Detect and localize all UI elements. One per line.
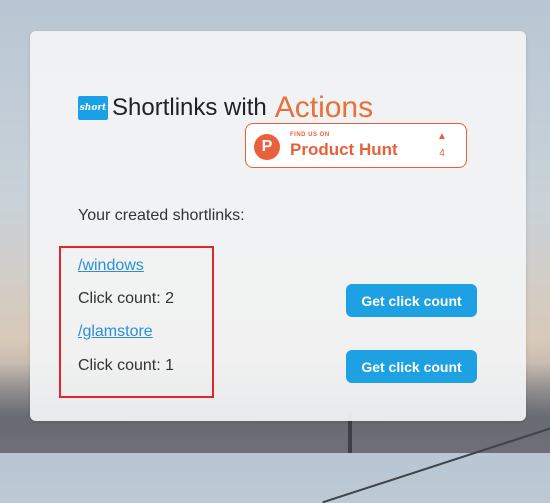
page-title: Shortlinks with <box>112 94 267 121</box>
app-header: short Shortlinks with Actions <box>78 91 373 125</box>
click-count-windows: Click count: 2 <box>78 290 175 307</box>
shortlink-windows[interactable]: /windows <box>78 257 144 275</box>
product-hunt-logo-icon: P <box>254 134 280 160</box>
upvote-arrow-icon: ▲ <box>437 131 447 142</box>
product-hunt-name: Product Hunt <box>290 140 398 159</box>
product-hunt-vote-count: 4 <box>439 148 445 159</box>
click-count-glamstore: Click count: 1 <box>78 357 175 374</box>
product-hunt-badge[interactable]: P FIND US ON Product Hunt ▲ 4 <box>245 123 467 168</box>
page-title-accent: Actions <box>274 91 374 124</box>
product-hunt-tagline: FIND US ON <box>290 132 330 138</box>
short-logo-icon: short <box>78 96 108 120</box>
shortlinks-card: short Shortlinks with Actions P FIND US … <box>30 31 526 421</box>
get-click-count-button-windows[interactable]: Get click count <box>346 284 477 317</box>
shortlink-glamstore[interactable]: /glamstore <box>78 323 153 341</box>
shortlinks-section-label: Your created shortlinks: <box>78 207 245 224</box>
get-click-count-button-glamstore[interactable]: Get click count <box>346 350 477 383</box>
product-hunt-votes: ▲ 4 <box>436 131 448 160</box>
